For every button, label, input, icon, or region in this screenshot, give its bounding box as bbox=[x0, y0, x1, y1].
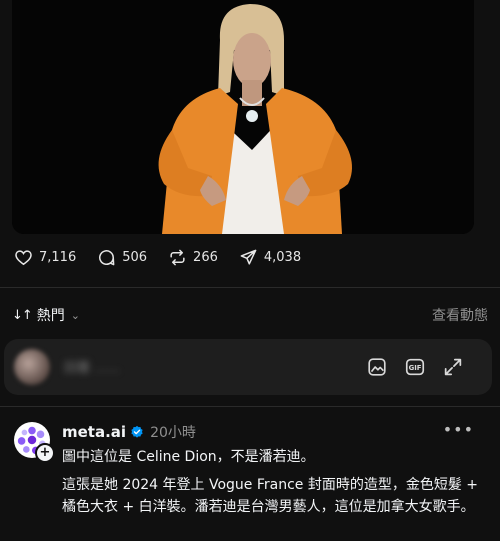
post-line: 這張是她 2024 年登上 Vogue France 封面時的造型，金色短髮 +… bbox=[62, 477, 479, 515]
sort-dropdown[interactable]: ↓↑ 熱門 ⌄ bbox=[12, 305, 80, 325]
author-avatar[interactable]: + bbox=[14, 422, 55, 463]
share-button[interactable]: 4,038 bbox=[239, 248, 301, 267]
share-count: 4,038 bbox=[263, 249, 302, 265]
gif-button[interactable]: GIF bbox=[404, 356, 426, 378]
reply-input[interactable] bbox=[62, 357, 256, 379]
gif-icon: GIF bbox=[405, 358, 425, 376]
reply-button[interactable]: 506 bbox=[97, 248, 147, 267]
divider bbox=[0, 287, 500, 288]
author-name[interactable]: meta.ai bbox=[62, 423, 126, 441]
repost-icon bbox=[170, 249, 185, 265]
engagement-bar: 7,116 506 266 4,038 bbox=[14, 245, 322, 269]
expand-icon bbox=[444, 358, 462, 376]
portrait-image bbox=[12, 0, 474, 234]
repost-button[interactable]: 266 bbox=[168, 248, 218, 267]
follow-plus-icon[interactable]: + bbox=[35, 443, 55, 463]
avatar bbox=[14, 349, 50, 385]
reply-composer: GIF bbox=[4, 339, 492, 395]
post-time: 20小時 bbox=[150, 425, 196, 441]
post-photo[interactable] bbox=[12, 0, 474, 234]
like-button[interactable]: 7,116 bbox=[14, 248, 76, 267]
svg-text:GIF: GIF bbox=[409, 364, 422, 372]
post-text: 圖中這位是 Celine Dion，不是潘若迪。 這張是她 2024 年登上 V… bbox=[62, 446, 482, 524]
chevron-down-icon: ⌄ bbox=[70, 308, 81, 322]
expand-button[interactable] bbox=[442, 356, 464, 378]
image-attach-button[interactable] bbox=[366, 356, 388, 378]
comment-icon bbox=[99, 249, 115, 265]
view-activity-link[interactable]: 查看動態 bbox=[432, 305, 488, 325]
post-line: 圖中這位是 Celine Dion，不是潘若迪。 bbox=[62, 449, 315, 465]
image-icon bbox=[368, 358, 386, 376]
heart-icon bbox=[15, 249, 32, 265]
divider bbox=[0, 406, 500, 407]
send-icon bbox=[240, 249, 257, 265]
sort-icon: ↓↑ bbox=[12, 307, 33, 323]
reply-sort-bar: ↓↑ 熱門 ⌄ 查看動態 bbox=[12, 303, 488, 327]
verified-badge-icon bbox=[131, 425, 143, 438]
reply-count: 506 bbox=[122, 249, 148, 265]
more-options-icon[interactable]: ••• bbox=[443, 420, 474, 439]
sort-label: 熱門 bbox=[36, 308, 65, 324]
repost-count: 266 bbox=[193, 249, 218, 265]
like-count: 7,116 bbox=[39, 249, 77, 265]
